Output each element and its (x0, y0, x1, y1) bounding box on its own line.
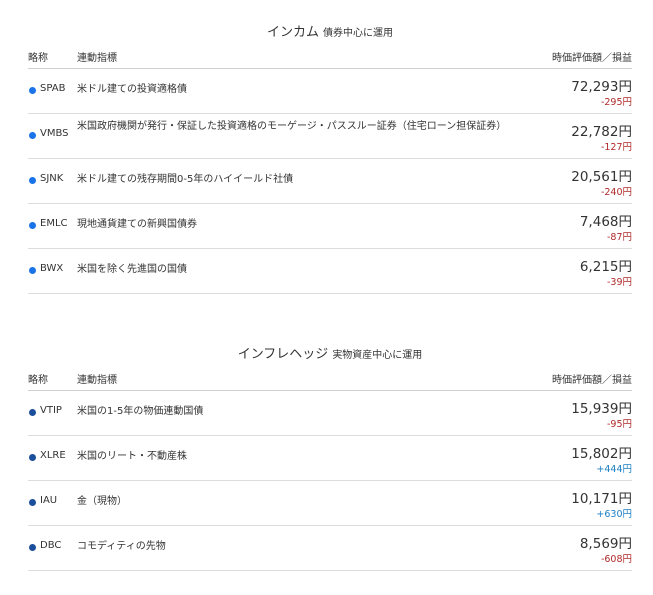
profit-loss: +630円 (596, 509, 632, 520)
section-1: インフレヘッジ 実物資産中心に運用略称 連動指標 時価評価額／損益 VTIP 米国の1-5… (28, 344, 632, 571)
profit-loss: -240円 (600, 187, 632, 198)
bullet-dot-icon (29, 132, 36, 139)
ticker-label: VMBS (40, 128, 69, 139)
header-value: 時価評価額／損益 (552, 53, 632, 64)
profit-loss: -95円 (606, 419, 632, 430)
bullet-dot-icon (29, 544, 36, 551)
profit-loss: +444円 (596, 464, 632, 475)
market-value: 15,802円 (571, 446, 632, 462)
index-description: 金（現物） (77, 496, 127, 507)
table-row[interactable]: BWX 米国を除く先進国の国債 6,215円 -39円 (28, 249, 632, 294)
table-header: 略称 連動指標 時価評価額／損益 (28, 367, 632, 391)
index-description: 米国を除く先進国の国債 (77, 264, 187, 275)
bullet-dot-icon (29, 409, 36, 416)
ticker-label: XLRE (40, 450, 66, 461)
section-title: インカム 債券中心に運用 (28, 22, 632, 40)
ticker-label: EMLC (40, 218, 68, 229)
section-title-main: インフレヘッジ (237, 347, 329, 362)
market-value: 15,939円 (571, 401, 632, 417)
bullet-dot-icon (29, 222, 36, 229)
bullet-dot-icon (29, 87, 36, 94)
market-value: 10,171円 (571, 491, 632, 507)
bullet-dot-icon (29, 177, 36, 184)
market-value: 7,468円 (579, 214, 632, 230)
ticker-label: VTIP (40, 405, 62, 416)
table-header: 略称 連動指標 時価評価額／損益 (28, 45, 632, 69)
profit-loss: -39円 (606, 277, 632, 288)
table-row[interactable]: SPAB 米ドル建ての投資適格債 72,293円 -295円 (28, 69, 632, 114)
index-description: 米ドル建ての投資適格債 (77, 84, 187, 95)
ticker-label: SPAB (40, 83, 66, 94)
bullet-dot-icon (29, 454, 36, 461)
index-description: コモディティの先物 (77, 541, 166, 552)
table-row[interactable]: XLRE 米国のリート・不動産株 15,802円 +444円 (28, 436, 632, 481)
section-0: インカム 債券中心に運用略称 連動指標 時価評価額／損益 SPAB 米ドル建ての投資適格債… (28, 22, 632, 294)
table-row[interactable]: VTIP 米国の1-5年の物価連動国債 15,939円 -95円 (28, 391, 632, 436)
table-row[interactable]: SJNK 米ドル建ての残存期間0-5年のハイイールド社債 20,561円 -240円 (28, 159, 632, 204)
profit-loss: -608円 (600, 554, 632, 565)
table-row[interactable]: EMLC 現地通貨建ての新興国債券 7,468円 -87円 (28, 204, 632, 249)
section-title-main: インカム (266, 25, 319, 40)
section-title: インフレヘッジ 実物資産中心に運用 (28, 344, 632, 362)
table-row[interactable]: VMBS 米国政府機関が発行・保証した投資適格のモーゲージ・パススルー証券（住宅ロ… (28, 114, 632, 159)
market-value: 72,293円 (571, 79, 632, 95)
table-row[interactable]: DBC コモディティの先物 8,569円 -608円 (28, 526, 632, 571)
table-row[interactable]: IAU 金（現物） 10,171円 +630円 (28, 481, 632, 526)
market-value: 22,782円 (571, 124, 632, 140)
section-subtitle: 債券中心に運用 (323, 28, 393, 39)
index-description: 米国の1-5年の物価連動国債 (77, 406, 204, 417)
bullet-dot-icon (29, 499, 36, 506)
header-index: 連動指標 (77, 53, 117, 64)
profit-loss: -87円 (606, 232, 632, 243)
ticker-label: BWX (40, 263, 64, 274)
header-ticker: 略称 (28, 53, 48, 64)
header-ticker: 略称 (28, 375, 48, 386)
ticker-label: IAU (40, 495, 58, 506)
ticker-label: SJNK (40, 173, 64, 184)
profit-loss: -295円 (600, 97, 632, 108)
section-subtitle: 実物資産中心に運用 (332, 350, 423, 361)
index-description: 現地通貨建ての新興国債券 (77, 219, 197, 230)
market-value: 20,561円 (571, 169, 632, 185)
profit-loss: -127円 (600, 142, 632, 153)
index-description: 米国のリート・不動産株 (77, 451, 187, 462)
ticker-label: DBC (40, 540, 62, 551)
market-value: 8,569円 (579, 536, 632, 552)
header-index: 連動指標 (77, 375, 117, 386)
index-description: 米ドル建ての残存期間0-5年のハイイールド社債 (77, 174, 294, 185)
bullet-dot-icon (29, 267, 36, 274)
header-value: 時価評価額／損益 (552, 375, 632, 386)
index-description: 米国政府機関が発行・保証した投資適格のモーゲージ・パススルー証券（住宅ローン担保… (77, 121, 507, 132)
market-value: 6,215円 (579, 259, 632, 275)
